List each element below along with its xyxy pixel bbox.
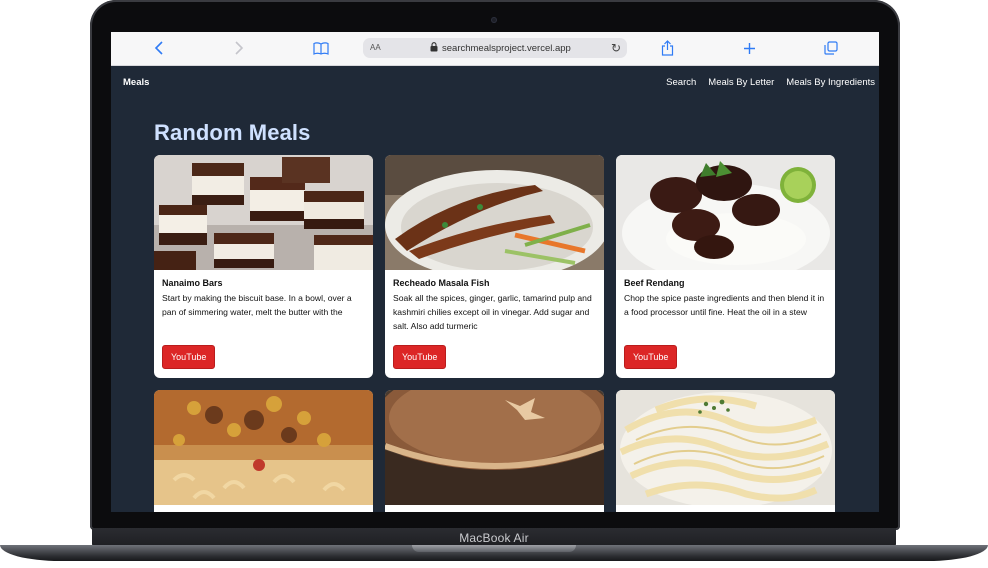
device-label: MacBook Air bbox=[459, 531, 529, 545]
page-title: Random Meals bbox=[154, 120, 311, 145]
beef-rendang-photo bbox=[616, 155, 835, 270]
nanaimo-bars-photo bbox=[154, 155, 373, 270]
text-size-button[interactable]: AA bbox=[370, 43, 381, 52]
share-icon[interactable] bbox=[657, 38, 677, 58]
tabs-icon[interactable] bbox=[821, 38, 841, 58]
fettuccine-photo bbox=[616, 390, 835, 505]
meal-card: Recheado Masala Fish Soak all the spices… bbox=[385, 155, 604, 378]
meal-grid: Nanaimo Bars Start by making the biscuit… bbox=[154, 155, 836, 512]
nav-link-meals-by-ingredients[interactable]: Meals By Ingredients bbox=[786, 77, 875, 88]
masala-fish-photo bbox=[385, 155, 604, 270]
koshari-photo bbox=[154, 390, 373, 505]
forward-icon[interactable] bbox=[229, 38, 249, 58]
meal-description: Chop the spice paste ingredients and the… bbox=[624, 293, 825, 317]
nav-links: Search Meals By Letter Meals By Ingredie… bbox=[666, 77, 875, 88]
meal-title: Nanaimo Bars bbox=[162, 278, 223, 288]
meal-description: Soak all the spices, ginger, garlic, tam… bbox=[393, 293, 592, 331]
laptop-base: MacBook Air bbox=[0, 528, 988, 568]
back-icon[interactable] bbox=[149, 38, 169, 58]
meal-title: Recheado Masala Fish bbox=[393, 278, 490, 288]
url-text: searchmealsproject.vercel.app bbox=[442, 43, 571, 54]
screen: AA searchmealsproject.vercel.app ↻ Meals… bbox=[111, 32, 879, 512]
site-brand[interactable]: Meals bbox=[123, 77, 149, 88]
meal-card bbox=[154, 390, 373, 512]
meal-description: Start by making the biscuit base. In a b… bbox=[162, 293, 352, 317]
youtube-button[interactable]: YouTube bbox=[162, 345, 216, 369]
youtube-button[interactable]: YouTube bbox=[393, 345, 447, 369]
reload-icon[interactable]: ↻ bbox=[611, 41, 621, 55]
browser-toolbar: AA searchmealsproject.vercel.app ↻ bbox=[111, 32, 879, 66]
site-navbar: Meals Search Meals By Letter Meals By In… bbox=[111, 66, 879, 98]
new-tab-icon[interactable] bbox=[739, 38, 759, 58]
camera bbox=[491, 17, 497, 23]
bookmarks-icon[interactable] bbox=[311, 38, 331, 58]
meal-title: Beef Rendang bbox=[624, 278, 685, 288]
meal-card bbox=[385, 390, 604, 512]
pie-photo bbox=[385, 390, 604, 505]
meal-card: Beef Rendang Chop the spice paste ingred… bbox=[616, 155, 835, 378]
meal-card: Nanaimo Bars Start by making the biscuit… bbox=[154, 155, 373, 378]
nav-link-meals-by-letter[interactable]: Meals By Letter bbox=[708, 77, 774, 88]
youtube-button[interactable]: YouTube bbox=[624, 345, 678, 369]
lock-icon bbox=[430, 42, 438, 55]
meal-card bbox=[616, 390, 835, 512]
laptop-notch bbox=[412, 545, 576, 552]
address-bar[interactable]: AA searchmealsproject.vercel.app ↻ bbox=[363, 38, 627, 58]
nav-link-search[interactable]: Search bbox=[666, 77, 696, 88]
